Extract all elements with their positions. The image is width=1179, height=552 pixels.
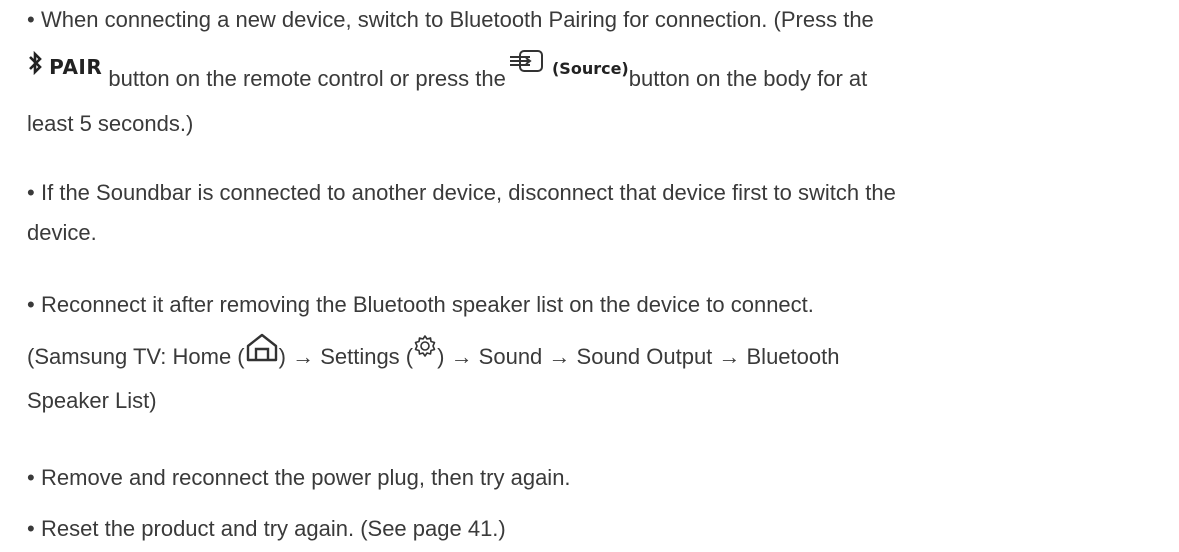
bullet-item-disconnect: • If the Soundbar is connected to another… [27,173,1165,253]
bullet-dot: • [27,465,35,490]
bullet-text: (Samsung TV: Home ( [27,344,245,369]
bullet-dot: • [27,180,35,205]
bullet-dot: • [27,7,35,32]
bullet-text: least 5 seconds.) [27,111,194,136]
bullet-line: least 5 seconds.) [27,104,1165,144]
pair-label: PAIR [49,55,103,79]
bullet-text: button on the body for at [628,66,868,91]
bullet-item-reset: • Reset the product and try again. (See p… [27,509,1165,549]
source-label: (Source) [551,59,629,78]
bullet-line: Speaker List) [27,381,1165,421]
bullet-text: Reset the product and try again. (See pa… [41,516,506,541]
bullet-line: (Samsung TV: Home ( ) → Settings ( ) → S… [27,327,1165,381]
bullet-dot: • [27,292,35,317]
bullet-text: Reconnect it after removing the Bluetoot… [41,292,814,317]
bullet-line: • Remove and reconnect the power plug, th… [27,458,1165,498]
bullet-item-power: • Remove and reconnect the power plug, th… [27,458,1165,498]
bullet-text: button on the remote control or press th… [108,66,506,91]
bullet-text: ) → Settings ( [278,344,414,369]
bullet-text: If the Soundbar is connected to another … [41,180,896,205]
bluetooth-icon [27,45,43,91]
gear-icon [413,327,437,375]
bullet-text: Speaker List) [27,388,157,413]
bullet-item-reconnect: • Reconnect it after removing the Bluetoo… [27,285,1165,421]
bullet-text: When connecting a new device, switch to … [41,7,874,32]
bullet-text: ) → Sound → Sound Output → Bluetooth [437,344,840,369]
bullet-line: • Reconnect it after removing the Bluetoo… [27,285,1165,325]
bullet-line: • When connecting a new device, switch to… [27,0,1165,40]
bullet-line: • Reset the product and try again. (See p… [27,509,1165,549]
home-icon [245,331,279,379]
bullet-line: PAIR button on the remote control or pre… [27,44,1165,102]
bullet-text: device. [27,220,97,245]
bullet-dot: • [27,516,35,541]
bullet-line: • If the Soundbar is connected to another… [27,173,1165,213]
bullet-line: device. [27,213,1165,253]
troubleshooting-page: • When connecting a new device, switch to… [0,0,1179,552]
bullet-item-pairing: • When connecting a new device, switch to… [27,0,1165,144]
bullet-text: Remove and reconnect the power plug, the… [41,465,571,490]
source-input-icon [508,45,546,91]
